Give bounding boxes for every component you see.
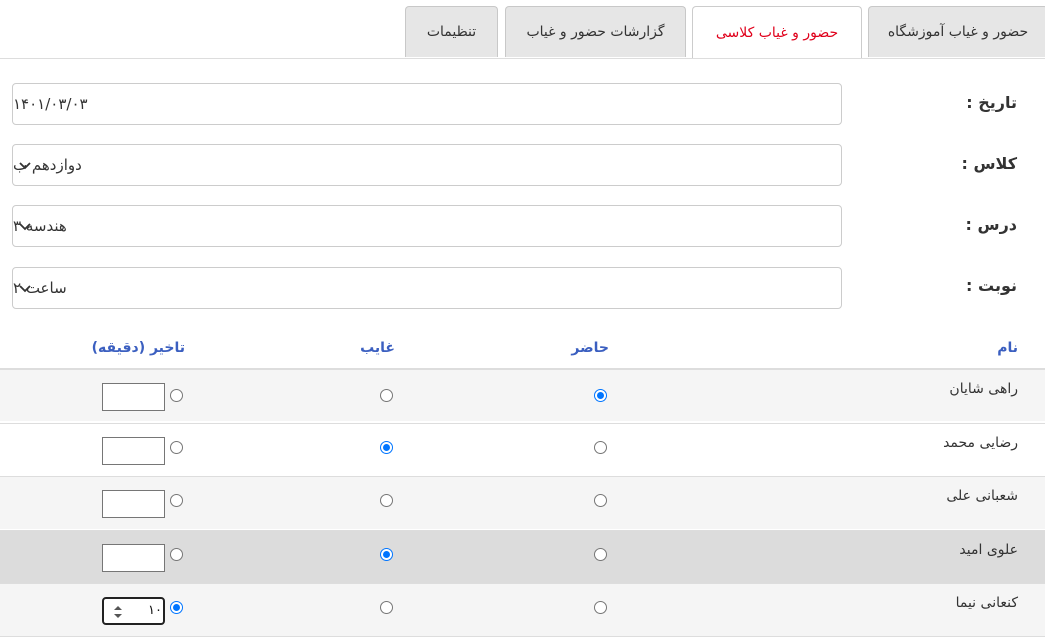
late-radio[interactable] — [170, 441, 183, 454]
turn-select[interactable]: ساعت ۲ — [12, 267, 842, 309]
late-radio[interactable] — [170, 389, 183, 402]
late-radio[interactable] — [170, 601, 183, 614]
table-bottom-border — [0, 636, 1045, 637]
late-radio[interactable] — [170, 494, 183, 507]
student-name: رضایی محمد — [943, 435, 1018, 451]
header-absent: غایب — [360, 340, 395, 356]
chevron-down-icon — [19, 223, 31, 231]
absent-radio[interactable] — [380, 389, 393, 402]
date-field[interactable]: ۱۴۰۱/۰۳/۰۳ — [12, 83, 842, 125]
late-minutes-input[interactable]: ۱۰ — [102, 597, 165, 625]
present-radio[interactable] — [594, 548, 607, 561]
header-present: حاضر — [571, 340, 609, 356]
tab-attendance-reports[interactable]: گزارشات حضور و غیاب — [505, 6, 686, 57]
lesson-select[interactable]: هندسه ۳ — [12, 205, 842, 247]
late-radio[interactable] — [170, 548, 183, 561]
present-radio[interactable] — [594, 601, 607, 614]
table-row: علوی امید — [0, 530, 1045, 583]
tab-school-attendance[interactable]: حضور و غیاب آموزشگاه — [868, 6, 1045, 57]
late-minutes-input[interactable] — [102, 490, 165, 518]
absent-radio[interactable] — [380, 494, 393, 507]
late-minutes-value: ۱۰ — [148, 603, 162, 618]
student-name: علوی امید — [959, 542, 1018, 558]
late-minutes-input[interactable] — [102, 437, 165, 465]
date-label: تاریخ : — [966, 93, 1017, 112]
tab-bar: حضور و غیاب آموزشگاه حضور و غیاب کلاسی گ… — [0, 0, 1045, 59]
student-name: شعبانی علی — [946, 488, 1018, 504]
table-row: شعبانی علی — [0, 476, 1045, 529]
present-radio[interactable] — [594, 389, 607, 402]
present-radio[interactable] — [594, 441, 607, 454]
late-minutes-input[interactable] — [102, 383, 165, 411]
tab-settings[interactable]: تنظیمات — [405, 6, 498, 57]
absent-radio[interactable] — [380, 601, 393, 614]
turn-label: نوبت : — [966, 276, 1017, 295]
spinner-arrows-icon[interactable] — [111, 602, 125, 622]
table-row: راهی شایان — [0, 368, 1045, 421]
absent-radio[interactable] — [380, 441, 393, 454]
lesson-label: درس : — [965, 215, 1017, 234]
student-name: راهی شایان — [949, 381, 1018, 397]
student-name: کنعانی نیما — [955, 595, 1018, 611]
chevron-down-icon — [19, 162, 31, 170]
tab-class-attendance[interactable]: حضور و غیاب کلاسی — [692, 6, 862, 58]
table-row: رضایی محمد — [0, 423, 1045, 476]
late-minutes-input[interactable] — [102, 544, 165, 572]
header-name: نام — [997, 340, 1018, 356]
table-row: کنعانی نیما ۱۰ — [0, 583, 1045, 636]
class-select[interactable]: دوازدهم ب — [12, 144, 842, 186]
header-late: تاخیر (دقیقه) — [91, 340, 185, 356]
date-value: ۱۴۰۱/۰۳/۰۳ — [13, 95, 88, 113]
chevron-down-icon — [19, 285, 31, 293]
present-radio[interactable] — [594, 494, 607, 507]
class-label: کلاس : — [961, 154, 1018, 173]
absent-radio[interactable] — [380, 548, 393, 561]
